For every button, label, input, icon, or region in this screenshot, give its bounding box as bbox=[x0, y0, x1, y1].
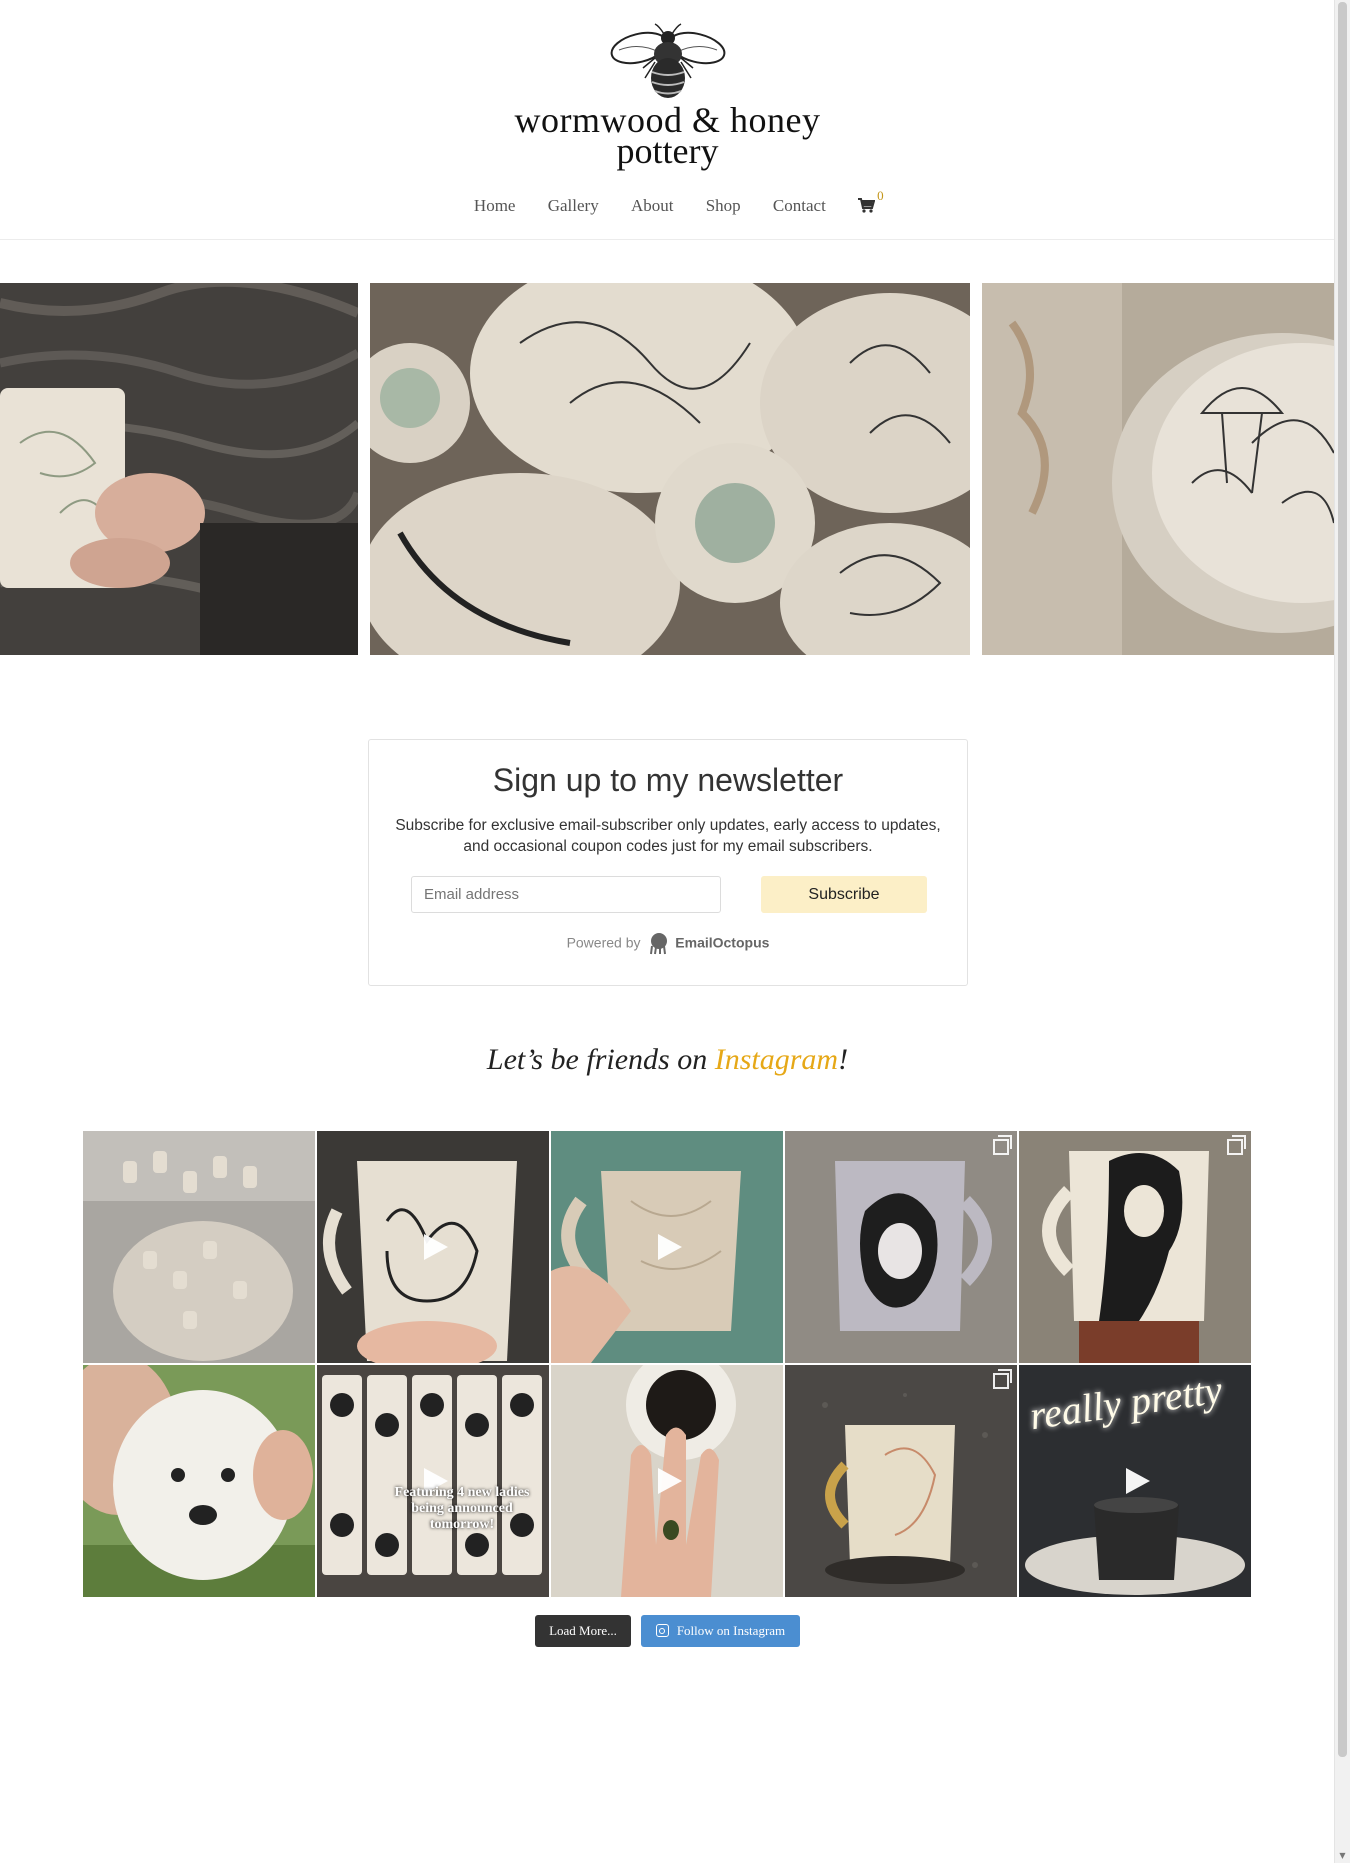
carousel-icon bbox=[1227, 1135, 1246, 1155]
site-logo[interactable]: wormwood & honey pottery bbox=[500, 22, 835, 172]
cart-icon bbox=[858, 198, 876, 213]
scrollbar-thumb[interactable] bbox=[1338, 2, 1347, 1757]
vertical-scrollbar[interactable]: ▲ ▼ bbox=[1334, 0, 1350, 1863]
bee-icon bbox=[610, 23, 725, 98]
newsletter-title: Sign up to my newsletter bbox=[492, 762, 844, 798]
follow-instagram-label: Follow on Instagram bbox=[676, 1623, 786, 1638]
nav-shop[interactable]: Shop bbox=[706, 196, 741, 216]
nav-about[interactable]: About bbox=[631, 196, 674, 216]
instagram-post[interactable]: Featuring 4 new ladies being announced t… bbox=[317, 1365, 549, 1597]
logo-text-line2: pottery bbox=[616, 131, 719, 171]
powered-by-label: Powered by bbox=[566, 934, 641, 951]
nav-gallery[interactable]: Gallery bbox=[548, 196, 599, 216]
instagram-heading: Let’s be friends on Instagram! bbox=[0, 1043, 1335, 1077]
instagram-post[interactable] bbox=[317, 1131, 549, 1363]
load-more-button[interactable]: Load More... bbox=[535, 1615, 631, 1647]
main-nav: Home Gallery About Shop Contact 0 bbox=[0, 188, 1335, 216]
instagram-feed: Featuring 4 new ladies being announced t… bbox=[83, 1131, 1253, 1598]
powered-by-link[interactable]: Powered by EmailOctopus bbox=[369, 933, 967, 955]
instagram-icon bbox=[655, 1624, 669, 1637]
carousel-icon bbox=[993, 1369, 1012, 1389]
newsletter-description: Subscribe for exclusive email-subscriber… bbox=[395, 817, 941, 855]
video-play-icon bbox=[1126, 1468, 1150, 1494]
instagram-link[interactable]: Instagram bbox=[715, 1043, 838, 1076]
video-play-icon bbox=[658, 1234, 682, 1260]
instagram-post[interactable] bbox=[785, 1365, 1017, 1597]
instagram-post[interactable]: really pretty bbox=[1019, 1365, 1251, 1597]
instagram-heading-post: ! bbox=[838, 1043, 849, 1076]
follow-instagram-button[interactable]: Follow on Instagram bbox=[641, 1615, 800, 1647]
instagram-post[interactable] bbox=[83, 1131, 315, 1363]
video-play-icon bbox=[658, 1468, 682, 1494]
carousel-icon bbox=[993, 1135, 1012, 1155]
cart-count: 0 bbox=[877, 188, 884, 203]
hero-image-plates[interactable] bbox=[370, 283, 970, 655]
subscribe-button[interactable]: Subscribe bbox=[761, 876, 927, 913]
instagram-post[interactable] bbox=[1019, 1131, 1251, 1363]
instagram-post[interactable] bbox=[785, 1131, 1017, 1363]
instagram-heading-pre: Let’s be friends on bbox=[486, 1043, 715, 1076]
nav-home[interactable]: Home bbox=[474, 196, 516, 216]
video-play-icon bbox=[424, 1234, 448, 1260]
hero-image-mug-in-hands[interactable] bbox=[0, 283, 358, 655]
page: wormwood & honey pottery Home Gallery Ab… bbox=[0, 0, 1335, 1863]
nav-contact[interactable]: Contact bbox=[773, 196, 826, 216]
octopus-icon bbox=[650, 933, 668, 955]
hero-image-mushroom-plates[interactable] bbox=[982, 283, 1335, 655]
cart-link[interactable]: 0 bbox=[858, 188, 884, 216]
newsletter-form: Sign up to my newsletter Subscribe for e… bbox=[368, 739, 968, 986]
header-divider bbox=[0, 239, 1335, 240]
emailoctopus-brand: EmailOctopus bbox=[675, 934, 770, 951]
post-caption-overlay: Featuring 4 new ladies being announced t… bbox=[394, 1485, 530, 1532]
email-input[interactable] bbox=[411, 876, 721, 913]
instagram-post[interactable] bbox=[551, 1131, 783, 1363]
scroll-down-arrow-icon[interactable]: ▼ bbox=[1337, 1850, 1348, 1861]
instagram-post[interactable] bbox=[83, 1365, 315, 1597]
instagram-post[interactable] bbox=[551, 1365, 783, 1597]
